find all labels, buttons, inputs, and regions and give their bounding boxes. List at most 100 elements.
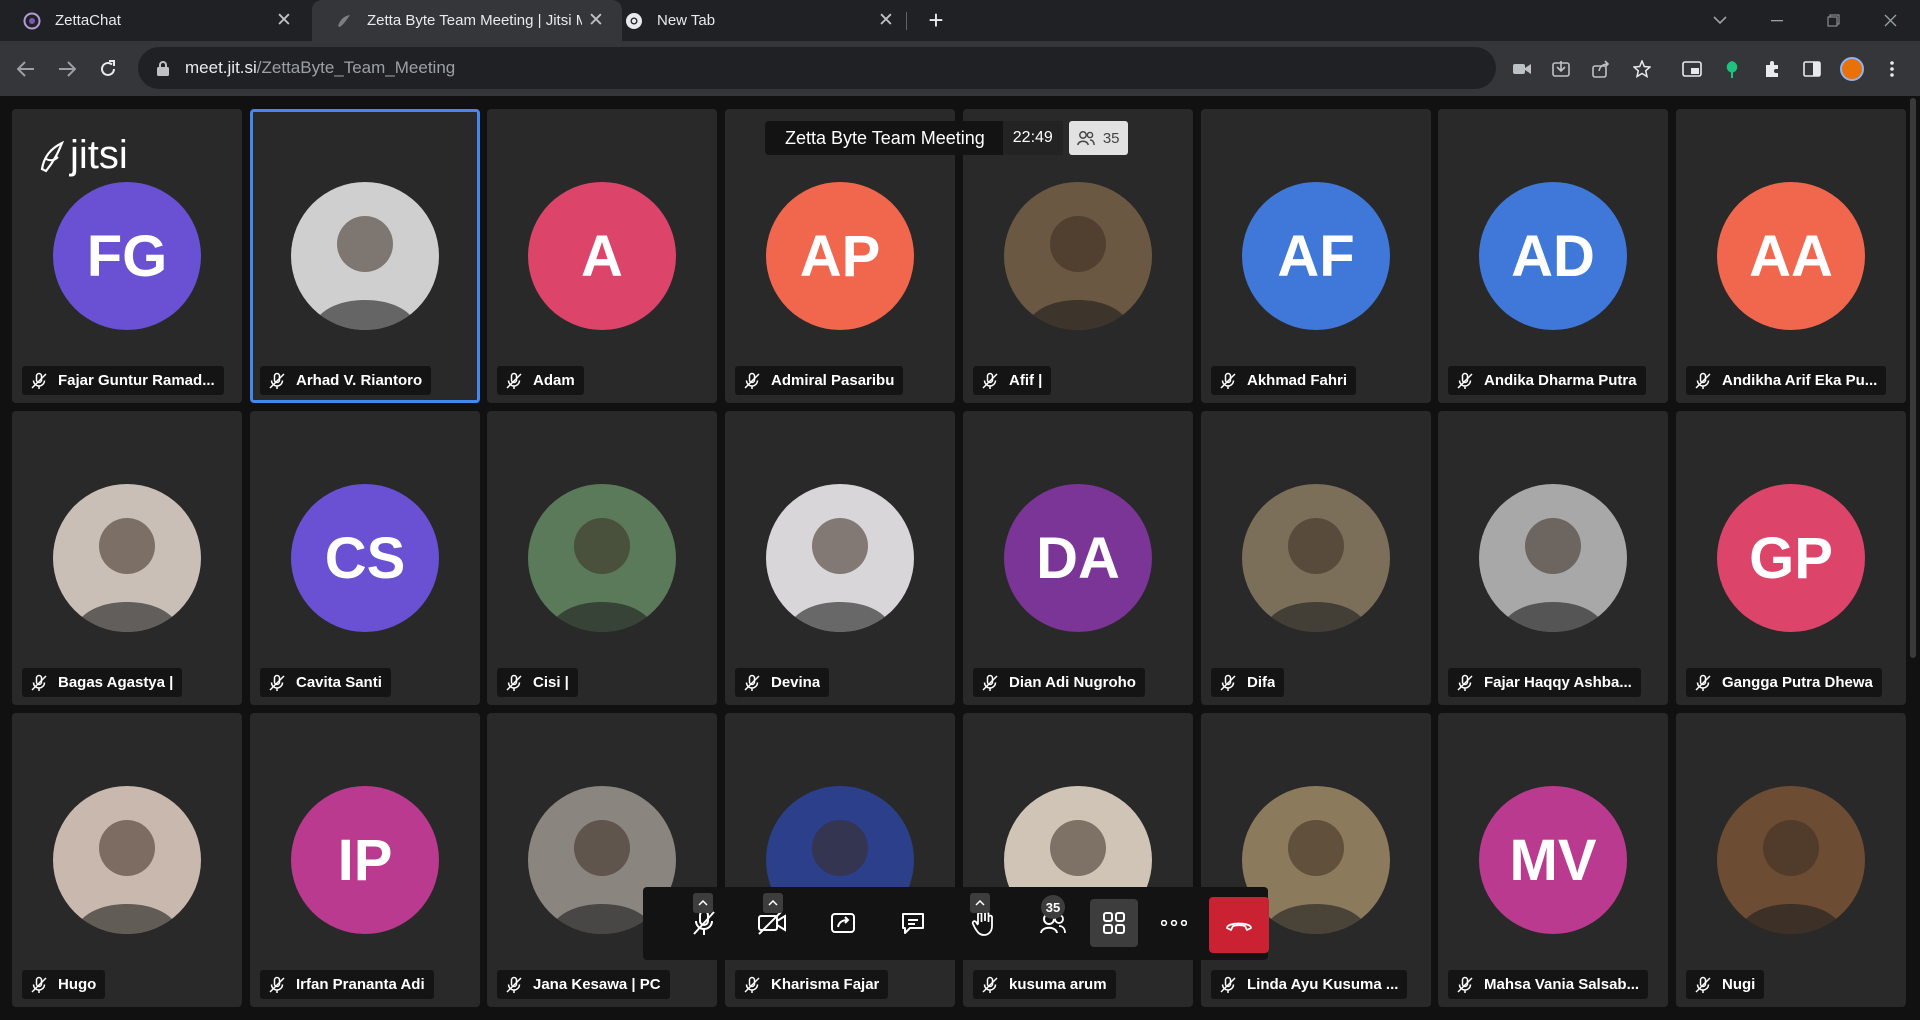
participant-tile[interactable]: Arhad V. Riantoro	[250, 109, 480, 403]
tab-search-chevron-icon[interactable]	[1691, 0, 1748, 41]
participant-tile[interactable]: A Adam	[487, 109, 717, 403]
screen-share-button[interactable]	[819, 899, 867, 947]
participant-tile[interactable]: Cisi |	[487, 411, 717, 705]
participant-name: Dian Adi Nugroho	[1009, 674, 1136, 691]
participant-name: Nugi	[1722, 976, 1756, 993]
participant-tile[interactable]: DA Dian Adi Nugroho	[963, 411, 1193, 705]
reload-icon[interactable]	[92, 53, 124, 85]
participant-photo	[1004, 182, 1152, 330]
minimize-icon[interactable]	[1748, 0, 1805, 41]
tab-jitsi-meeting[interactable]: Zetta Byte Team Meeting | Jitsi Meet ✕	[312, 0, 622, 41]
participant-name: Admiral Pasaribu	[771, 372, 895, 389]
close-icon[interactable]: ✕	[270, 7, 298, 35]
audio-settings-chevron-up-icon[interactable]	[693, 893, 713, 913]
picture-in-picture-icon[interactable]	[1676, 53, 1708, 85]
lock-icon[interactable]	[153, 60, 173, 76]
address-bar[interactable]: meet.jit.si/ZettaByte_Team_Meeting	[138, 47, 1496, 89]
url-path: /ZettaByte_Team_Meeting	[256, 58, 456, 77]
profile-avatar[interactable]	[1836, 53, 1868, 85]
person-silhouette-icon	[313, 216, 417, 330]
participant-name-label: Jana Kesawa | PC	[497, 970, 670, 999]
avatar-initials: GP	[1749, 525, 1833, 591]
participant-tile[interactable]: MV Mahsa Vania Salsab...	[1438, 713, 1668, 1007]
mic-muted-icon	[982, 674, 998, 691]
participant-avatar: FG	[53, 182, 201, 330]
avatar-initials: AD	[1511, 223, 1595, 289]
participant-name-label: Cisi |	[497, 668, 578, 697]
bookmark-star-icon[interactable]	[1626, 53, 1658, 85]
participant-tile[interactable]: AA Andikha Arif Eka Pu...	[1676, 109, 1906, 403]
participant-tile[interactable]: Hugo	[12, 713, 242, 1007]
more-menu-icon[interactable]	[1876, 53, 1908, 85]
tile-view-button[interactable]	[1090, 899, 1138, 947]
participant-tile[interactable]: AD Andika Dharma Putra	[1438, 109, 1668, 403]
mic-muted-icon	[269, 372, 285, 389]
participant-name: Devina	[771, 674, 821, 691]
participant-avatar: AF	[1242, 182, 1390, 330]
participant-tile[interactable]: Bagas Agastya |	[12, 411, 242, 705]
new-tab-button[interactable]: +	[922, 5, 950, 35]
video-settings-chevron-up-icon[interactable]	[763, 893, 783, 913]
tab-zettachat[interactable]: ZettaChat ✕	[0, 0, 310, 41]
chat-icon	[902, 913, 924, 934]
avatar-initials: AA	[1749, 223, 1833, 289]
extensions-puzzle-icon[interactable]	[1756, 53, 1788, 85]
mic-muted-icon	[31, 674, 47, 691]
participant-tile[interactable]: Devina	[725, 411, 955, 705]
participant-avatar: IP	[291, 786, 439, 934]
participant-count-badge[interactable]: 35	[1068, 121, 1128, 155]
participant-name-label: Dian Adi Nugroho	[973, 668, 1145, 697]
avatar-initials: IP	[337, 827, 393, 893]
back-arrow-icon[interactable]	[10, 53, 42, 85]
reactions-chevron-up-icon[interactable]	[970, 893, 990, 913]
camera-in-use-icon[interactable]	[1506, 53, 1538, 85]
install-app-icon[interactable]	[1545, 53, 1577, 85]
participant-photo	[291, 182, 439, 330]
more-actions-button[interactable]	[1150, 899, 1198, 947]
extension-leaf-icon[interactable]	[1716, 53, 1748, 85]
chat-button[interactable]	[889, 899, 937, 947]
participant-tile[interactable]: Nugi	[1676, 713, 1906, 1007]
restore-icon[interactable]	[1805, 0, 1862, 41]
scrollbar[interactable]	[1910, 98, 1916, 658]
participant-tile[interactable]: Kharisma Fajar	[725, 713, 955, 1007]
mic-muted-icon	[744, 372, 760, 389]
participant-tile[interactable]: kusuma arum	[963, 713, 1193, 1007]
meeting-timer: 22:49	[1002, 121, 1063, 155]
participant-tile[interactable]: IP Irfan Prananta Adi	[250, 713, 480, 1007]
participant-tile[interactable]: CS Cavita Santi	[250, 411, 480, 705]
participant-name-label: Fajar Haqqy Ashba...	[1448, 668, 1641, 697]
participant-name-label: Devina	[735, 668, 830, 697]
mic-muted-icon	[1457, 976, 1473, 993]
tab-divider	[906, 12, 907, 30]
screen-share-icon	[831, 913, 855, 933]
participant-name: Linda Ayu Kusuma ...	[1247, 976, 1399, 993]
leave-meeting-button[interactable]	[1209, 897, 1269, 953]
browser-tab-strip: ZettaChat ✕ Zetta Byte Team Meeting | Ji…	[0, 0, 1920, 41]
participant-photo	[528, 484, 676, 632]
participant-avatar: DA	[1004, 484, 1152, 632]
mic-muted-icon	[269, 674, 285, 691]
close-icon[interactable]: ✕	[872, 7, 900, 35]
avatar-initials: AF	[1277, 223, 1355, 289]
participant-tile[interactable]: GP Gangga Putra Dhewa	[1676, 411, 1906, 705]
side-panel-icon[interactable]	[1796, 53, 1828, 85]
participant-name: Difa	[1247, 674, 1276, 691]
participant-tile[interactable]: AF Akhmad Fahri	[1201, 109, 1431, 403]
tab-new-tab[interactable]: New Tab ✕	[602, 0, 912, 41]
avatar-initials: A	[581, 223, 623, 289]
mic-muted-icon	[1457, 372, 1473, 389]
close-window-icon[interactable]	[1862, 0, 1919, 41]
participant-tile[interactable]: Difa	[1201, 411, 1431, 705]
participant-tile[interactable]: Linda Ayu Kusuma ...	[1201, 713, 1431, 1007]
participant-tile[interactable]: Jana Kesawa | PC	[487, 713, 717, 1007]
tile-view-icon	[1103, 912, 1125, 934]
share-icon[interactable]	[1585, 53, 1617, 85]
forward-arrow-icon[interactable]	[51, 53, 83, 85]
participant-name-label: Admiral Pasaribu	[735, 366, 904, 395]
chrome-favicon	[624, 11, 644, 31]
mic-muted-icon	[1220, 976, 1236, 993]
participant-tile[interactable]: Fajar Haqqy Ashba...	[1438, 411, 1668, 705]
participant-photo	[1242, 484, 1390, 632]
jitsi-logo-text: jitsi	[70, 133, 128, 177]
